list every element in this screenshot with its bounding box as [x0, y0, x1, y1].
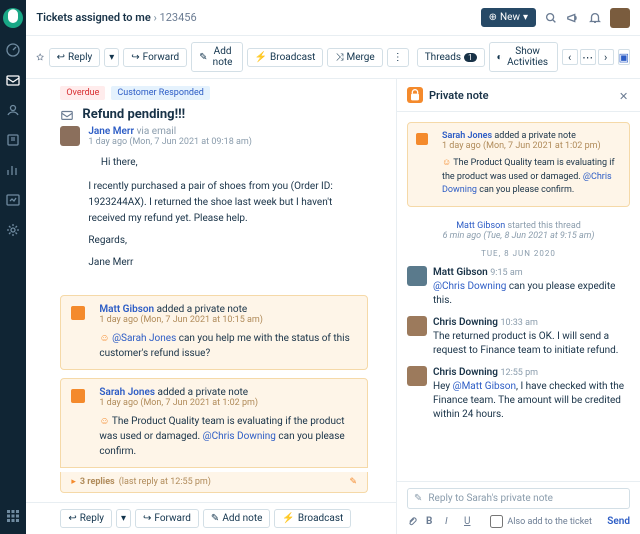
admin-icon[interactable] — [5, 222, 21, 238]
header: Tickets assigned to me › 123456 ⊕ New ▾ — [26, 0, 640, 36]
search-icon[interactable] — [544, 11, 558, 25]
show-activities-button[interactable]: ◐ Show Activities — [489, 42, 558, 72]
send-button[interactable]: Send — [607, 516, 630, 527]
prev-button[interactable]: ‹ — [562, 49, 578, 65]
merge-button[interactable]: ⤨ Merge — [327, 48, 382, 67]
add-note-button-bottom[interactable]: ✎ Add note — [203, 509, 270, 528]
dashboard-icon[interactable] — [5, 42, 21, 58]
contacts-icon[interactable] — [5, 102, 21, 118]
star-icon[interactable] — [36, 51, 44, 63]
ticket-subject: Refund pending!!! — [82, 107, 185, 122]
italic-icon[interactable]: I — [445, 516, 456, 527]
analytics-icon[interactable] — [5, 192, 21, 208]
compose-area: ✎Reply to Sarah's private note B I U Als… — [397, 481, 640, 534]
bold-icon[interactable]: B — [426, 516, 437, 527]
date-separator: TUE, 8 JUN 2020 — [397, 245, 640, 262]
logo-icon[interactable] — [3, 8, 23, 28]
threads-button[interactable]: Threads 1 — [417, 48, 485, 67]
megaphone-icon[interactable] — [566, 11, 580, 25]
tickets-icon[interactable] — [5, 72, 21, 88]
breadcrumb[interactable]: Tickets assigned to me › 123456 — [36, 11, 196, 24]
private-note-1: Matt Gibson added a private note 1 day a… — [60, 295, 368, 370]
underline-icon[interactable]: U — [464, 516, 475, 527]
panel-title: Private note — [429, 89, 613, 102]
broadcast-button-bottom[interactable]: ⚡ Broadcast — [274, 509, 351, 528]
bell-icon[interactable] — [588, 11, 602, 25]
thread-message: Chris Downing 10:33 amThe returned produ… — [397, 312, 640, 362]
note-icon — [71, 306, 85, 320]
tag-customer-responded: Customer Responded — [111, 86, 209, 100]
next-button[interactable]: › — [598, 49, 614, 65]
reports-icon[interactable] — [5, 162, 21, 178]
panel-source-note: Sarah Jones added a private note 1 day a… — [407, 122, 630, 207]
solutions-icon[interactable] — [5, 132, 21, 148]
also-add-checkbox[interactable]: Also add to the ticket — [490, 515, 592, 528]
note-icon — [416, 133, 428, 145]
reply-button-bottom[interactable]: ↩ Reply — [60, 509, 112, 528]
action-toolbar: ↩ Reply ▾ ↪ Forward ✎ Add note ⚡ Broadca… — [26, 36, 640, 79]
ticket-timestamp: 1 day ago (Mon, 7 Jun 2021 at 09:18 am) — [88, 137, 252, 147]
broadcast-button[interactable]: ⚡ Broadcast — [247, 48, 324, 67]
tag-overdue: Overdue — [60, 86, 105, 100]
add-note-button[interactable]: ✎ Add note — [191, 42, 242, 72]
bottom-toolbar: ↩ Reply ▾ ↪ Forward ✎ Add note ⚡ Broadca… — [26, 502, 396, 534]
conversation-pane: Overdue Customer Responded Refund pendin… — [26, 79, 396, 534]
envelope-icon — [60, 108, 74, 122]
reply-dropdown[interactable]: ▾ — [104, 48, 119, 67]
lock-icon — [407, 87, 423, 103]
reply-dropdown-bottom[interactable]: ▾ — [116, 509, 131, 528]
reply-input[interactable]: ✎Reply to Sarah's private note — [407, 488, 630, 509]
avatar[interactable] — [407, 366, 427, 386]
replies-toggle[interactable]: ▸ 3 replies (last reply at 12:55 pm) ✎ — [60, 472, 368, 493]
sender-avatar[interactable] — [60, 126, 80, 146]
apps-icon[interactable] — [5, 508, 21, 524]
close-icon[interactable]: ✕ — [619, 90, 630, 101]
attach-icon[interactable] — [407, 516, 418, 527]
private-note-2: Sarah Jones added a private note 1 day a… — [60, 378, 368, 468]
thread-panel: Private note ✕ Sarah Jones added a priva… — [396, 79, 640, 534]
note-icon — [71, 389, 85, 403]
thread-message: Matt Gibson 9:15 am@Chris Downing can yo… — [397, 262, 640, 312]
expand-icon[interactable]: ▣ — [618, 49, 630, 65]
dots-button[interactable]: ⋯ — [580, 49, 596, 65]
thread-started: Matt Gibson started this thread 6 min ag… — [397, 217, 640, 245]
new-button[interactable]: ⊕ New ▾ — [481, 8, 536, 27]
left-nav — [0, 0, 26, 534]
avatar[interactable] — [610, 8, 630, 28]
sender-name[interactable]: Jane Merr — [88, 126, 134, 137]
thread-message: Chris Downing 12:55 pmHey @Matt Gibson, … — [397, 362, 640, 426]
ticket-body: Hi there, I recently purchased a pair of… — [88, 155, 362, 271]
forward-button-bottom[interactable]: ↪ Forward — [135, 509, 199, 528]
reply-button[interactable]: ↩ Reply — [49, 48, 101, 67]
avatar[interactable] — [407, 316, 427, 336]
forward-button[interactable]: ↪ Forward — [123, 48, 187, 67]
avatar[interactable] — [407, 266, 427, 286]
more-button[interactable]: ⋮ — [387, 48, 409, 67]
